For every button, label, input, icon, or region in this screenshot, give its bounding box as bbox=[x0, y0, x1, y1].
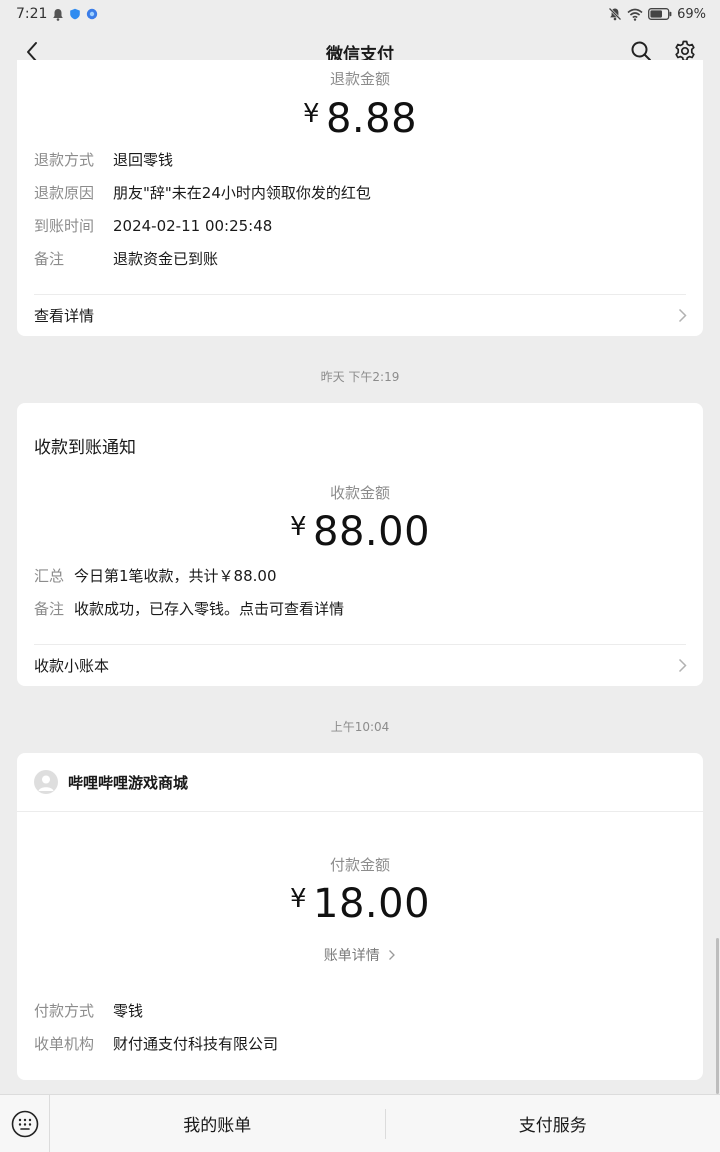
refund-amount-value: 8.88 bbox=[325, 96, 418, 142]
refund-card[interactable]: 退款金额 ¥8.88 退款方式 退回零钱 退款原因 朋友"辞"未在24小时内领取… bbox=[17, 60, 703, 336]
merchant-name: 哔哩哔哩游戏商城 bbox=[68, 773, 189, 792]
payment-method-row: 付款方式 零钱 bbox=[34, 1001, 143, 1021]
bill-detail-link[interactable]: 账单详情 bbox=[17, 945, 703, 965]
row-value: 财付通支付科技有限公司 bbox=[113, 1035, 279, 1053]
status-time: 7:21 bbox=[16, 6, 48, 22]
received-amount: ¥88.00 bbox=[17, 509, 703, 555]
receipt-notice-card[interactable]: 收款到账通知 收款金额 ¥88.00 汇总 今日第1笔收款，共计￥88.00 备… bbox=[17, 403, 703, 686]
chevron-right-icon bbox=[678, 658, 687, 672]
wifi-icon bbox=[627, 8, 643, 21]
keyboard-icon bbox=[11, 1110, 38, 1137]
currency-symbol: ¥ bbox=[289, 884, 308, 914]
row-value: 收款成功，已存入零钱。点击可查看详情 bbox=[74, 600, 345, 618]
row-value: 今日第1笔收款，共计￥88.00 bbox=[74, 567, 277, 585]
remark-row: 备注 退款资金已到账 bbox=[34, 249, 218, 269]
refund-amount: ¥8.88 bbox=[17, 96, 703, 142]
shield-app-icon bbox=[69, 8, 81, 20]
notification-bell-icon bbox=[52, 8, 64, 21]
tab-payment-services[interactable]: 支付服务 bbox=[386, 1095, 720, 1152]
row-key: 退款方式 bbox=[34, 151, 95, 169]
row-key: 收单机构 bbox=[34, 1035, 95, 1053]
keyboard-toggle-button[interactable] bbox=[0, 1094, 50, 1152]
battery-percent: 69% bbox=[677, 6, 706, 22]
row-value: 朋友"辞"未在24小时内领取你发的红包 bbox=[113, 184, 371, 202]
refund-method-row: 退款方式 退回零钱 bbox=[34, 150, 173, 170]
received-amount-value: 88.00 bbox=[313, 509, 431, 555]
bill-detail-label: 账单详情 bbox=[323, 948, 380, 964]
row-value: 2024-02-11 00:25:48 bbox=[113, 217, 273, 235]
scrollbar[interactable] bbox=[716, 938, 719, 1094]
row-key: 到账时间 bbox=[34, 217, 95, 235]
payment-amount-label: 付款金额 bbox=[329, 856, 390, 874]
receipt-ledger-label: 收款小账本 bbox=[34, 656, 110, 675]
received-amount-label: 收款金额 bbox=[329, 484, 390, 502]
view-details-link[interactable]: 查看详情 bbox=[17, 295, 703, 335]
view-details-label: 查看详情 bbox=[34, 306, 95, 325]
row-value: 退回零钱 bbox=[113, 151, 174, 169]
receipt-ledger-link[interactable]: 收款小账本 bbox=[17, 645, 703, 685]
payment-amount-value: 18.00 bbox=[313, 881, 431, 927]
battery-icon bbox=[648, 8, 672, 20]
browser-app-icon bbox=[86, 8, 98, 20]
row-key: 备注 bbox=[34, 250, 65, 268]
row-key: 退款原因 bbox=[34, 184, 95, 202]
merchant-header[interactable]: 哔哩哔哩游戏商城 bbox=[17, 753, 703, 812]
bottom-menu-bar: 我的账单 支付服务 bbox=[0, 1094, 720, 1152]
payment-card[interactable]: 哔哩哔哩游戏商城 付款金额 ¥18.00 账单详情 付款方式 零钱 收单机构 财… bbox=[17, 753, 703, 1080]
row-value: 退款资金已到账 bbox=[113, 250, 219, 268]
currency-symbol: ¥ bbox=[289, 512, 308, 542]
arrival-time-row: 到账时间 2024-02-11 00:25:48 bbox=[34, 216, 272, 236]
payment-amount: ¥18.00 bbox=[17, 881, 703, 927]
chevron-right-icon bbox=[678, 308, 687, 322]
summary-row: 汇总 今日第1笔收款，共计￥88.00 bbox=[34, 566, 277, 586]
refund-reason-row: 退款原因 朋友"辞"未在24小时内领取你发的红包 bbox=[34, 183, 371, 203]
message-timestamp: 上午10:04 bbox=[330, 720, 390, 734]
row-value: 零钱 bbox=[113, 1002, 144, 1020]
user-avatar-icon bbox=[38, 775, 54, 791]
status-bar: 7:21 69% bbox=[0, 0, 720, 28]
row-key: 付款方式 bbox=[34, 1002, 95, 1020]
merchant-avatar bbox=[34, 770, 58, 794]
refund-amount-label: 退款金额 bbox=[329, 70, 390, 88]
search-icon bbox=[631, 41, 651, 61]
mute-bell-icon bbox=[608, 7, 622, 21]
card-title: 收款到账通知 bbox=[34, 438, 136, 458]
tab-my-bills[interactable]: 我的账单 bbox=[50, 1095, 385, 1152]
row-key: 备注 bbox=[34, 600, 65, 618]
message-timestamp: 昨天 下午2:19 bbox=[320, 370, 400, 384]
acquirer-row: 收单机构 财付通支付科技有限公司 bbox=[34, 1034, 278, 1054]
currency-symbol: ¥ bbox=[302, 99, 320, 129]
chevron-right-icon bbox=[389, 950, 396, 960]
remark-row: 备注 收款成功，已存入零钱。点击可查看详情 bbox=[34, 599, 344, 619]
row-key: 汇总 bbox=[34, 567, 65, 585]
